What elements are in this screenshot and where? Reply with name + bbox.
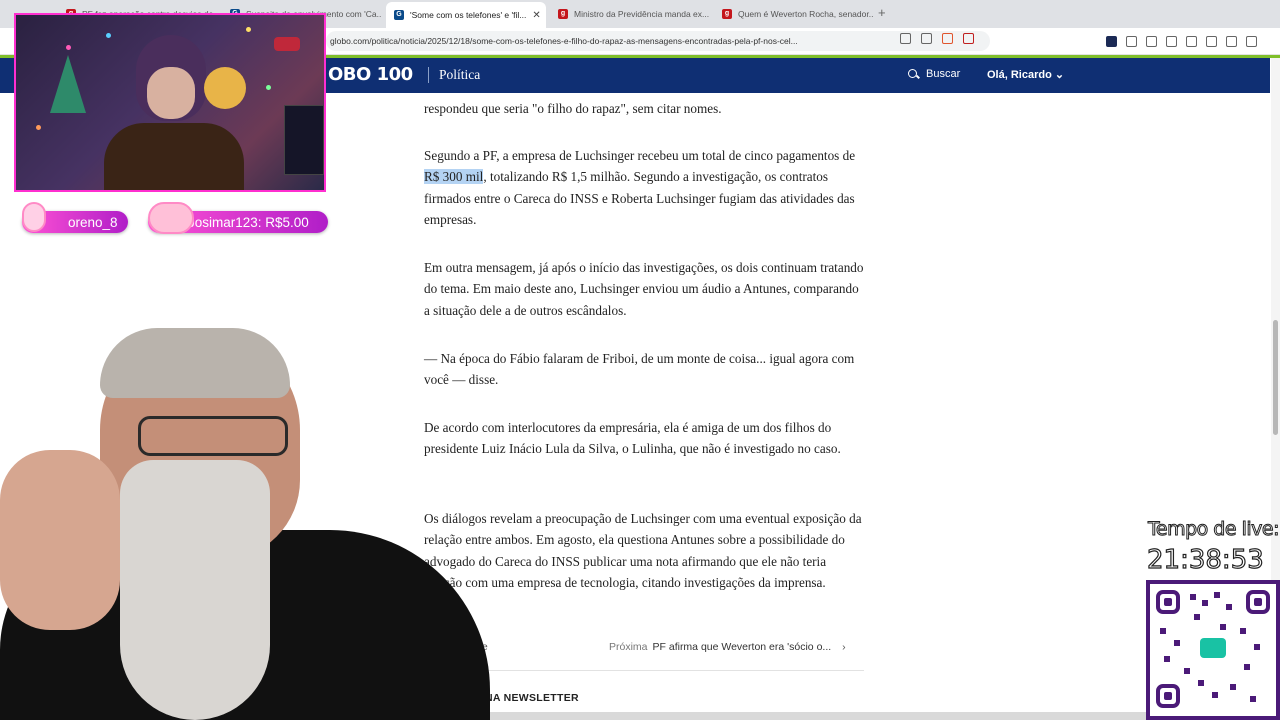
qr-module <box>1160 628 1166 634</box>
search-button[interactable]: Buscar <box>908 68 960 80</box>
toolbar-right-icons <box>1106 36 1257 47</box>
extension-icon[interactable] <box>1106 36 1117 47</box>
g1-favicon-icon: g <box>722 9 732 19</box>
url-text: globo.com/politica/noticia/2025/12/18/so… <box>330 36 798 46</box>
share-icon[interactable] <box>921 33 932 44</box>
shield-icon[interactable] <box>942 33 953 44</box>
qr-module <box>1240 628 1246 634</box>
qr-module <box>1220 624 1226 630</box>
chevron-down-icon: ⌄ <box>1054 69 1065 81</box>
article-paragraph: — Na época do Fábio falaram de Friboi, d… <box>424 351 855 388</box>
search-icon <box>908 68 919 80</box>
fairy-light <box>266 85 271 90</box>
divider <box>424 670 864 671</box>
paragraph-text: , totalizando R$ 1,5 milhão. Segundo a i… <box>424 169 855 227</box>
tab-some-com-os-telefones[interactable]: G 'Some com os telefones' e 'fil... ✕ <box>386 2 546 28</box>
fairy-light <box>246 27 251 32</box>
streamer-hair <box>100 328 290 398</box>
next-label: Próxima <box>609 641 648 653</box>
tab-label: 'Some com os telefones' e 'fil... <box>410 10 527 20</box>
qr-code <box>1146 580 1280 720</box>
fairy-light <box>36 125 41 130</box>
newsletter-heading[interactable]: NA NEWSLETTER <box>485 692 579 704</box>
scrollbar-thumb[interactable] <box>1273 320 1278 435</box>
screenshot-icon[interactable] <box>1186 36 1197 47</box>
article-paragraph: Segundo a PF, a empresa de Luchsinger re… <box>424 145 864 230</box>
close-tab-icon[interactable]: ✕ <box>532 10 540 21</box>
qr-module <box>1214 592 1220 598</box>
qr-finder <box>1156 590 1180 614</box>
site-logo[interactable]: OBO 100 <box>328 64 413 85</box>
streamer-sweater <box>104 123 244 190</box>
puzzle-icon[interactable] <box>1126 36 1137 47</box>
vpn-icon[interactable] <box>1226 36 1237 47</box>
search-label: Buscar <box>926 68 961 80</box>
user-greeting: Olá, Ricardo <box>987 69 1052 81</box>
live-timer: 21:38:53 <box>1146 544 1264 575</box>
sidebar-icon[interactable] <box>1166 36 1177 47</box>
tab-label: Quem é Weverton Rocha, senador... <box>738 9 874 19</box>
g1-favicon-icon: g <box>558 9 568 19</box>
paragraph-text: Segundo a PF, a empresa de Luchsinger re… <box>424 148 856 163</box>
qr-module <box>1174 640 1180 646</box>
cake-icon <box>148 202 194 234</box>
reader-icon[interactable] <box>900 33 911 44</box>
qr-module <box>1244 664 1250 670</box>
qr-logo-icon <box>1200 638 1226 658</box>
selected-text: R$ 300 mil <box>424 169 484 185</box>
next-article-link[interactable]: Próxima PF afirma que Weverton era 'sóci… <box>609 641 846 653</box>
donor-name: Josimar123: R$5.00 <box>188 214 309 230</box>
qr-module <box>1202 600 1208 606</box>
chevron-right-icon: › <box>842 641 846 653</box>
streamer-face <box>147 67 195 119</box>
wallet-icon[interactable] <box>1146 36 1157 47</box>
qr-module <box>1198 680 1204 686</box>
streamer-video <box>0 320 490 720</box>
qr-module <box>1226 604 1232 610</box>
tab-quem-e-weverton[interactable]: g Quem é Weverton Rocha, senador... <box>714 4 874 24</box>
warning-icon[interactable] <box>963 33 974 44</box>
fairy-light <box>66 45 71 50</box>
tab-label: Ministro da Previdência manda ex... <box>574 9 710 19</box>
address-bar-icons <box>900 33 974 44</box>
qr-module <box>1250 696 1256 702</box>
webcam-overlay <box>14 13 326 192</box>
section-title[interactable]: Política <box>428 67 480 83</box>
qr-module <box>1230 684 1236 690</box>
fairy-light <box>106 33 111 38</box>
donor-name: oreno_8 <box>68 214 118 230</box>
menu-icon[interactable] <box>1246 36 1257 47</box>
leo-ai-icon[interactable] <box>1206 36 1217 47</box>
background-monitor <box>284 105 324 175</box>
new-tab-button[interactable]: + <box>878 5 886 20</box>
next-title: PF afirma que Weverton era 'sócio o... <box>652 641 832 653</box>
user-menu[interactable]: Olá, Ricardo ⌄ <box>987 68 1064 81</box>
cup-icon <box>22 202 46 232</box>
red-bow <box>274 37 300 51</box>
qr-module <box>1184 668 1190 674</box>
tab-ministro-previdencia[interactable]: g Ministro da Previdência manda ex... <box>550 4 710 24</box>
glasses <box>138 416 288 456</box>
qr-finder <box>1246 590 1270 614</box>
globo-favicon-icon: G <box>394 10 404 20</box>
qr-module <box>1190 594 1196 600</box>
streamer-beard <box>120 460 270 720</box>
address-bar[interactable]: globo.com/politica/noticia/2025/12/18/so… <box>326 31 990 51</box>
qr-module <box>1254 644 1260 650</box>
qr-module <box>1194 614 1200 620</box>
plush-toy <box>204 67 246 109</box>
article-paragraph: respondeu que seria "o filho do rapaz", … <box>424 101 722 116</box>
christmas-tree <box>50 55 86 113</box>
qr-module <box>1164 656 1170 662</box>
qr-finder <box>1156 684 1180 708</box>
live-timer-label: Tempo de live: <box>1148 518 1280 541</box>
qr-module <box>1212 692 1218 698</box>
article-paragraph: Os diálogos revelam a preocupação de Luc… <box>424 511 862 590</box>
article-paragraph: De acordo com interlocutores da empresár… <box>424 420 841 457</box>
article-paragraph: Em outra mensagem, já após o início das … <box>424 260 864 318</box>
raised-hand <box>0 450 120 630</box>
